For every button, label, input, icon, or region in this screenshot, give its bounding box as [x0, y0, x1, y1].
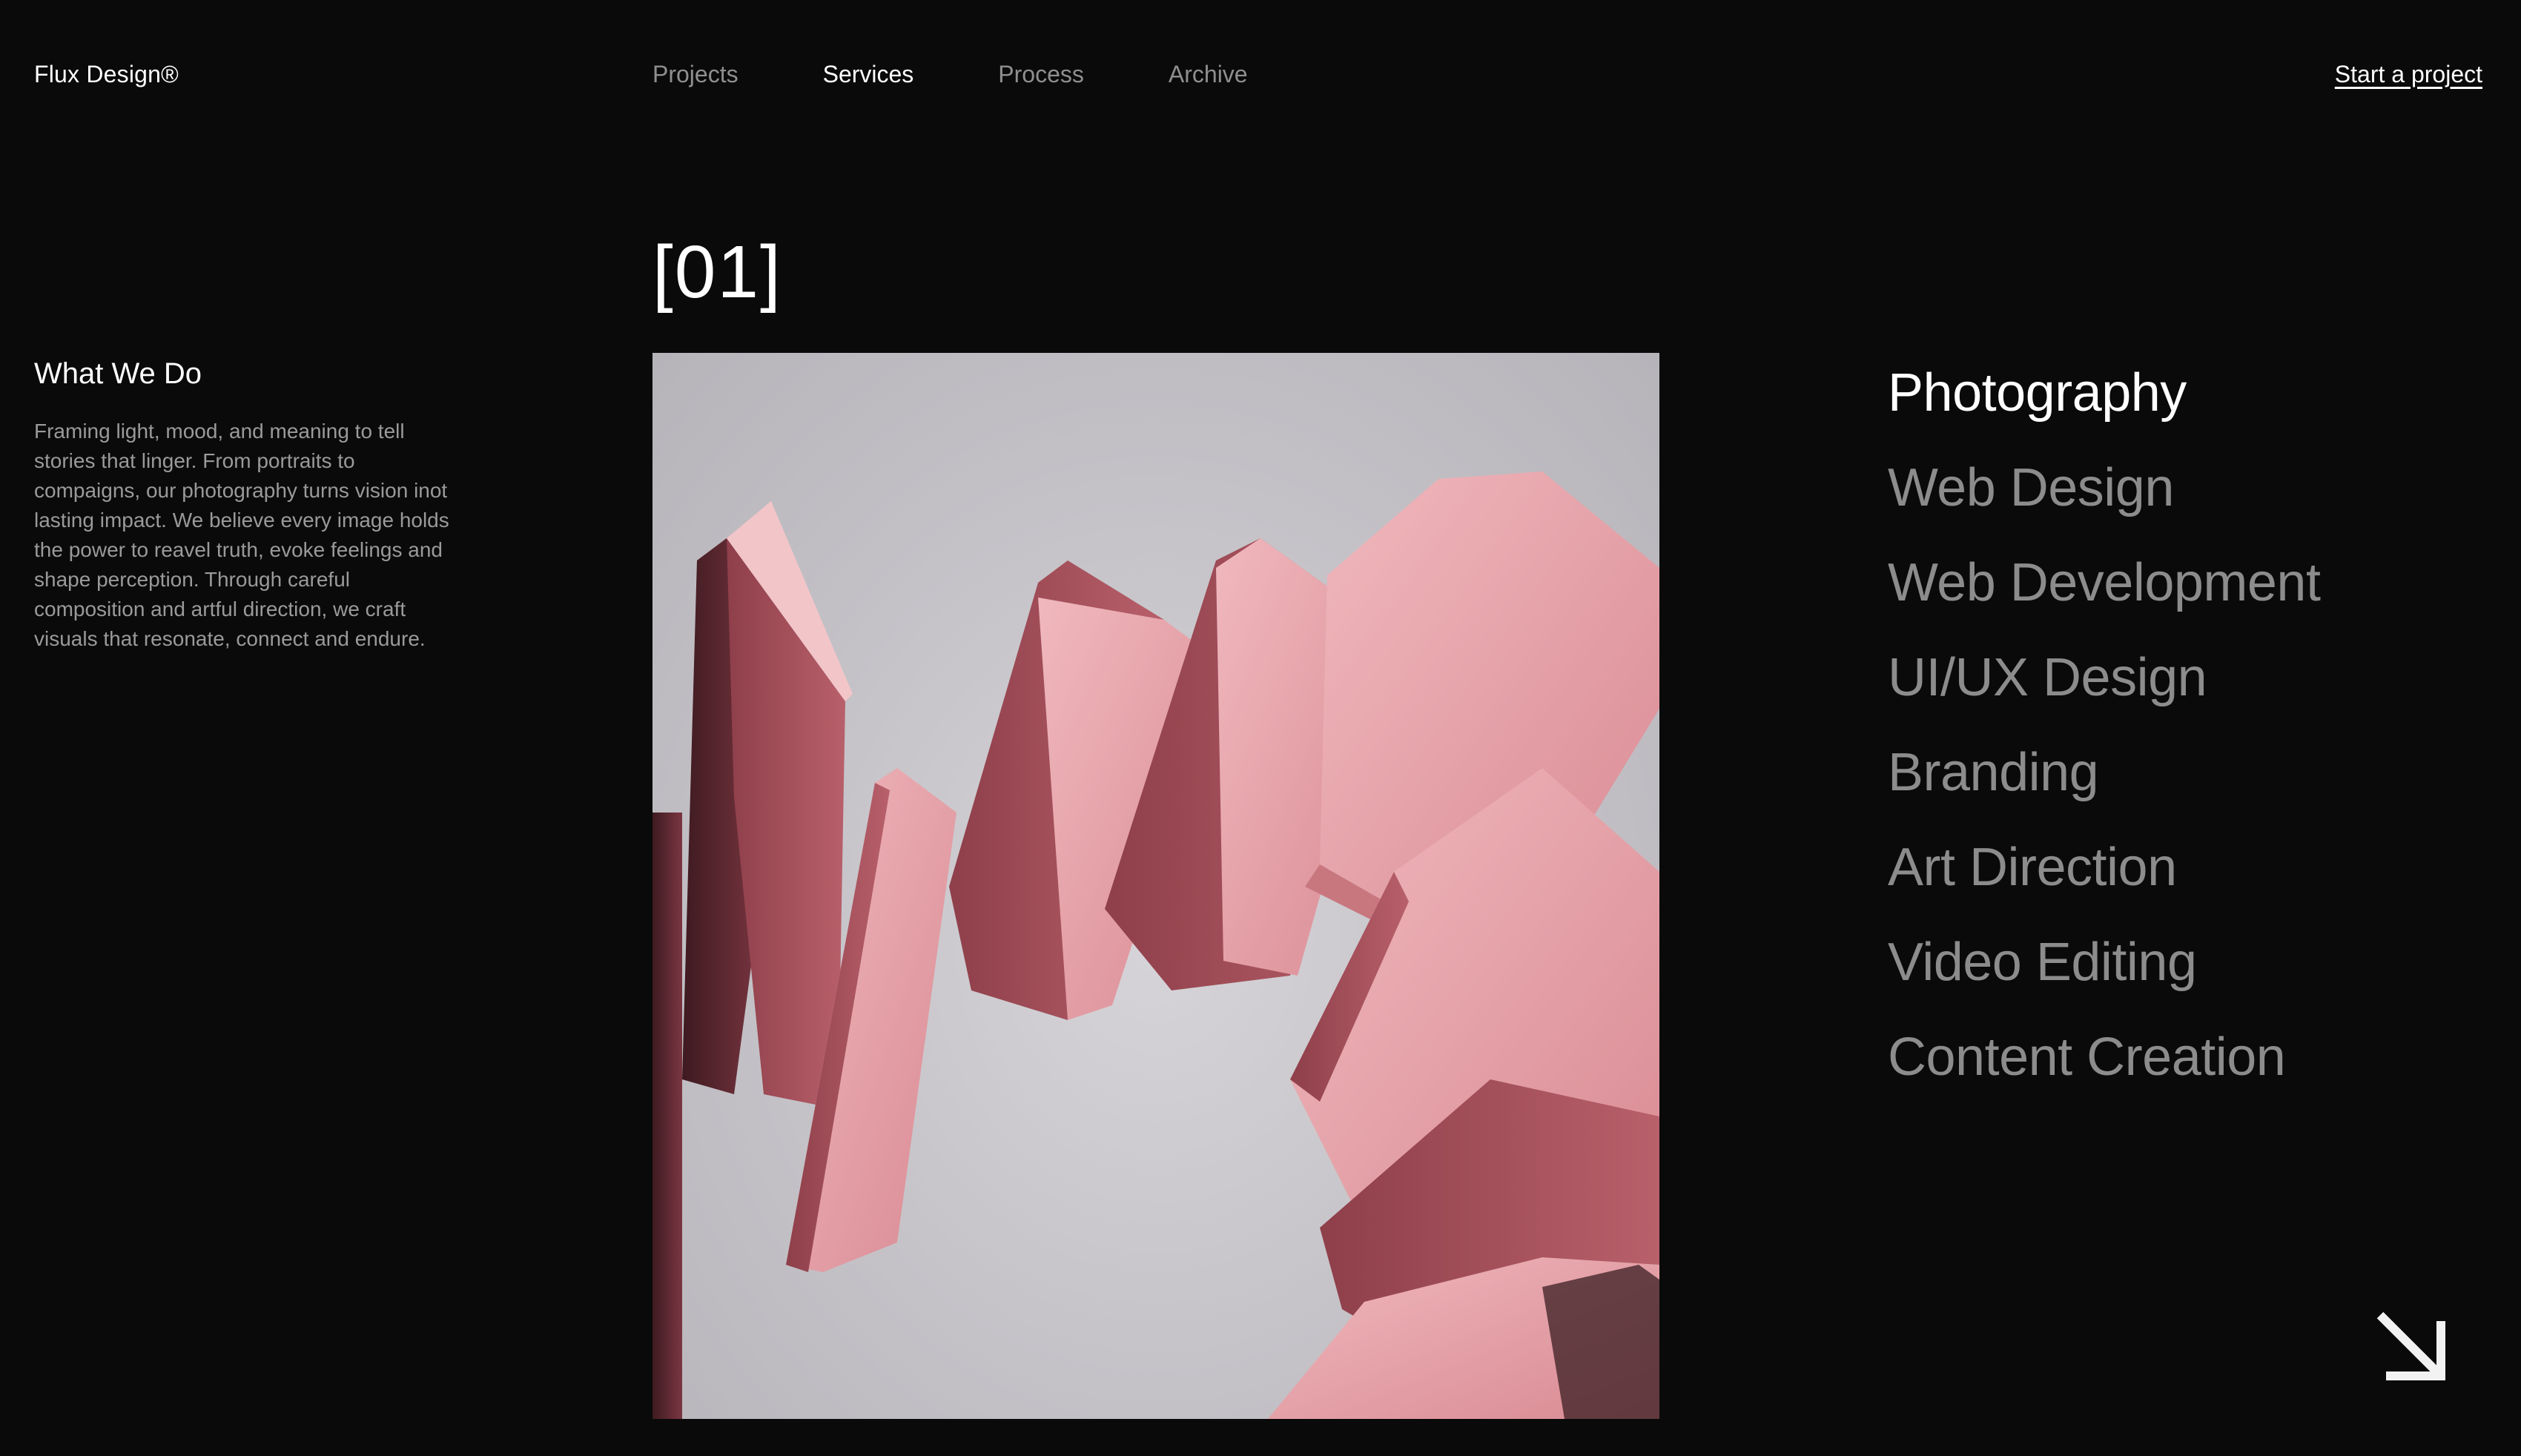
intro-section: What We Do Framing light, mood, and mean… [34, 354, 449, 654]
hero-image [652, 353, 1659, 1419]
main-nav: Projects Services Process Archive [652, 59, 1248, 89]
service-item-photography[interactable]: Photography [1888, 345, 2320, 440]
service-counter: [01] [652, 231, 782, 314]
brand-logo[interactable]: Flux Design® [34, 59, 179, 89]
nav-item-projects[interactable]: Projects [652, 59, 739, 89]
service-item-video-editing[interactable]: Video Editing [1888, 915, 2320, 1010]
nav-item-services[interactable]: Services [823, 59, 914, 89]
hero-photo-illustration [652, 471, 1659, 1419]
service-item-web-design[interactable]: Web Design [1888, 440, 2320, 535]
intro-body: Framing light, mood, and meaning to tell… [34, 420, 449, 650]
arrow-down-right-icon[interactable] [2373, 1308, 2450, 1385]
service-item-ui-ux-design[interactable]: UI/UX Design [1888, 630, 2320, 725]
service-item-branding[interactable]: Branding [1888, 725, 2320, 820]
start-project-link[interactable]: Start a project [2335, 59, 2482, 89]
intro-title: What We Do [34, 357, 202, 390]
service-item-web-development[interactable]: Web Development [1888, 535, 2321, 630]
service-item-content-creation[interactable]: Content Creation [1888, 1010, 2320, 1105]
nav-item-process[interactable]: Process [998, 59, 1084, 89]
services-list: Photography Web Design Web Development U… [1888, 345, 2321, 1105]
nav-item-archive[interactable]: Archive [1169, 59, 1248, 89]
service-item-art-direction[interactable]: Art Direction [1888, 820, 2320, 915]
